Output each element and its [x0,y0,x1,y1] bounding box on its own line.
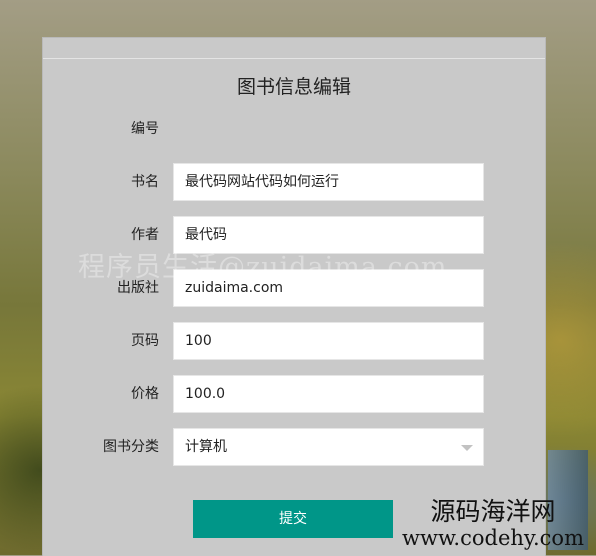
author-label: 作者 [131,227,159,243]
title-input[interactable]: 最代码网站代码如何运行 [173,163,484,201]
category-label: 图书分类 [103,439,159,455]
price-input[interactable]: 100.0 [173,375,484,413]
category-select[interactable]: 计算机 [173,428,484,466]
id-label: 编号 [131,121,159,137]
field-row-pages: 页码 100 [43,322,545,360]
field-row-category: 图书分类 计算机 [43,428,545,466]
publisher-input[interactable]: zuidaima.com [173,269,484,307]
field-row-author: 作者 最代码 [43,216,545,254]
background-bookshelf [548,450,588,550]
book-edit-panel: 图书信息编辑 编号 书名 最代码网站代码如何运行 作者 最代码 出版社 zuid… [42,37,546,556]
field-row-price: 价格 100.0 [43,375,545,413]
author-input[interactable]: 最代码 [173,216,484,254]
form-title: 图书信息编辑 [236,76,351,98]
dropdown-arrow-icon[interactable] [461,445,473,451]
title-label: 书名 [131,174,159,190]
field-row-id: 编号 [43,110,545,148]
category-selected-value: 计算机 [185,439,227,455]
pages-label: 页码 [131,333,159,349]
panel-divider [43,58,545,59]
publisher-label: 出版社 [117,280,159,296]
submit-button[interactable]: 提交 [193,500,393,538]
price-label: 价格 [131,386,159,402]
field-row-title: 书名 最代码网站代码如何运行 [43,163,545,201]
pages-input[interactable]: 100 [173,322,484,360]
field-row-publisher: 出版社 zuidaima.com [43,269,545,307]
